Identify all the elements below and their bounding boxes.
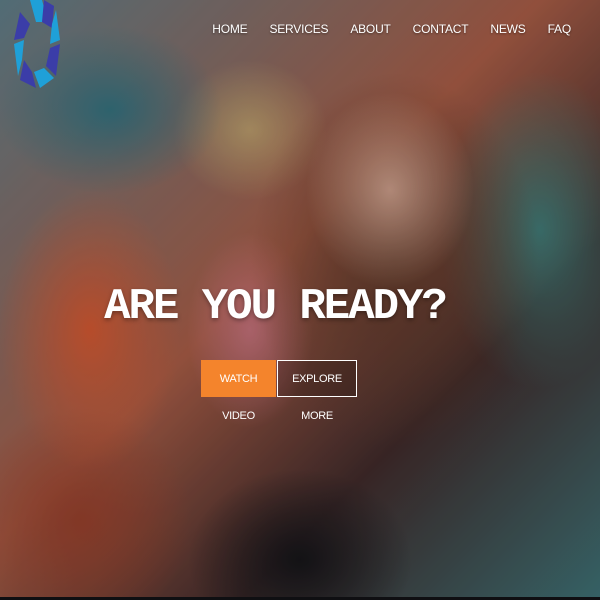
nav-item-home[interactable]: HOME [212,22,247,36]
nav-item-faq[interactable]: FAQ [548,22,572,36]
main-nav: HOME SERVICES ABOUT CONTACT NEWS FAQ [190,22,571,36]
aperture-logo-icon[interactable] [12,0,62,90]
nav-item-contact[interactable]: CONTACT [413,22,469,36]
hero-headline: ARE YOU READY? [104,282,448,332]
watch-video-button[interactable]: WATCH VIDEO [201,360,276,422]
explore-more-button[interactable]: EXPLORE MORE [277,360,357,422]
nav-item-news[interactable]: NEWS [490,22,525,36]
nav-item-about[interactable]: ABOUT [350,22,391,36]
nav-item-services[interactable]: SERVICES [269,22,328,36]
hero-section: HOME SERVICES ABOUT CONTACT NEWS FAQ ARE… [0,0,600,600]
